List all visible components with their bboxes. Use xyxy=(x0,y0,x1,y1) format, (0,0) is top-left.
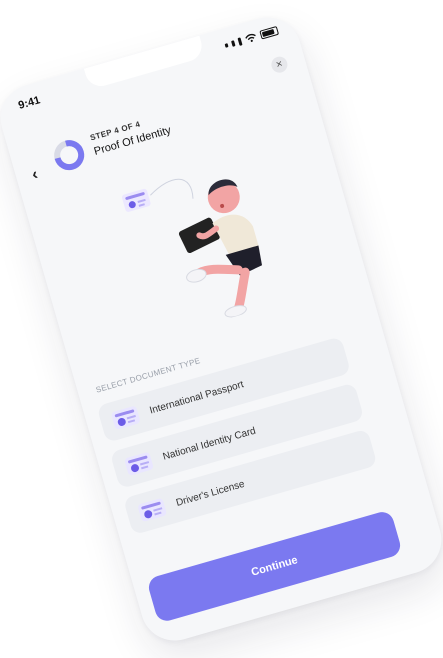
character-illustration xyxy=(121,178,263,318)
id-card-icon xyxy=(124,451,154,477)
id-card-icon xyxy=(110,405,141,430)
option-label: Driver's License xyxy=(174,478,246,509)
signal-icon xyxy=(237,36,243,46)
chevron-left-icon: ‹ xyxy=(30,165,40,184)
close-button[interactable]: × xyxy=(269,54,290,75)
status-icons xyxy=(224,25,280,50)
continue-button[interactable]: Continue xyxy=(146,509,403,624)
id-card-icon xyxy=(137,497,168,523)
close-icon: × xyxy=(274,58,285,72)
option-label: National Identity Card xyxy=(161,425,257,463)
back-button[interactable]: ‹ xyxy=(30,166,40,185)
stage: 9:41 × ‹ STEP 4 OF 4 Proof Of Identity S… xyxy=(0,0,443,658)
id-card-icon xyxy=(121,188,151,212)
status-time: 9:41 xyxy=(17,94,42,112)
progress-ring xyxy=(54,140,85,171)
wifi-icon xyxy=(245,33,256,42)
battery-icon xyxy=(259,25,280,40)
signal-icon xyxy=(224,42,229,48)
option-label: International Passport xyxy=(148,378,245,417)
phone-screen: 9:41 × ‹ STEP 4 OF 4 Proof Of Identity S… xyxy=(0,9,443,649)
phone-notch xyxy=(83,35,206,90)
step-header: STEP 4 OF 4 Proof Of Identity xyxy=(89,112,172,158)
signal-icon xyxy=(230,39,236,47)
